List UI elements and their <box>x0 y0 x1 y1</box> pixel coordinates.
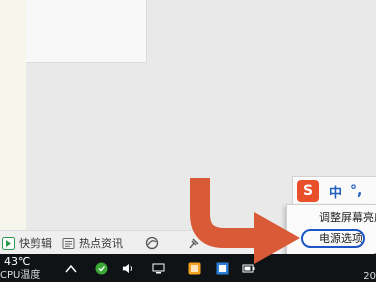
sogou-ime-icon[interactable]: S <box>297 180 319 202</box>
menu-item-adjust-brightness[interactable]: 调整屏幕亮度 <box>287 207 376 228</box>
utility-bar: 快剪辑 热点资讯 <box>0 230 290 255</box>
hot-news-label: 热点资讯 <box>79 237 123 250</box>
quick-edit-item[interactable]: 快剪辑 <box>2 235 52 251</box>
chevron-up-icon[interactable] <box>64 262 77 275</box>
monitor-icon[interactable] <box>216 262 229 275</box>
ime-toolbar[interactable]: S 中 °, <box>292 176 376 206</box>
battery-icon[interactable] <box>242 262 255 275</box>
news-icon <box>62 237 75 250</box>
ime-logo-letter: S <box>302 183 314 199</box>
ime-punctuation-toggle[interactable]: °, <box>350 183 362 199</box>
ime-language-toggle[interactable]: 中 <box>329 182 342 201</box>
green-app-icon[interactable] <box>95 262 108 275</box>
cpu-temperature[interactable]: 43℃ <box>4 256 30 268</box>
scissors-app-icon <box>2 236 15 250</box>
desktop-card <box>26 0 147 63</box>
browser-icon[interactable] <box>145 236 159 250</box>
taskbar: 43℃ CPU温度 20 <box>0 254 376 282</box>
network-icon[interactable] <box>152 262 165 275</box>
cpu-temperature-label: CPU温度 <box>0 270 41 281</box>
hot-news-item[interactable]: 热点资讯 <box>62 235 123 251</box>
desktop: 快剪辑 热点资讯 S 中 °, 调整屏幕亮度 电源选项 Windows 移动中心… <box>0 0 376 282</box>
menu-item-power-options[interactable]: 电源选项 <box>287 228 376 249</box>
quick-edit-label: 快剪辑 <box>19 237 52 250</box>
left-panel-strip <box>0 0 26 230</box>
pin-icon[interactable] <box>187 236 201 250</box>
volume-icon[interactable] <box>122 262 135 275</box>
orange-app-icon[interactable] <box>188 262 201 275</box>
taskbar-clock[interactable]: 20 <box>363 271 376 282</box>
